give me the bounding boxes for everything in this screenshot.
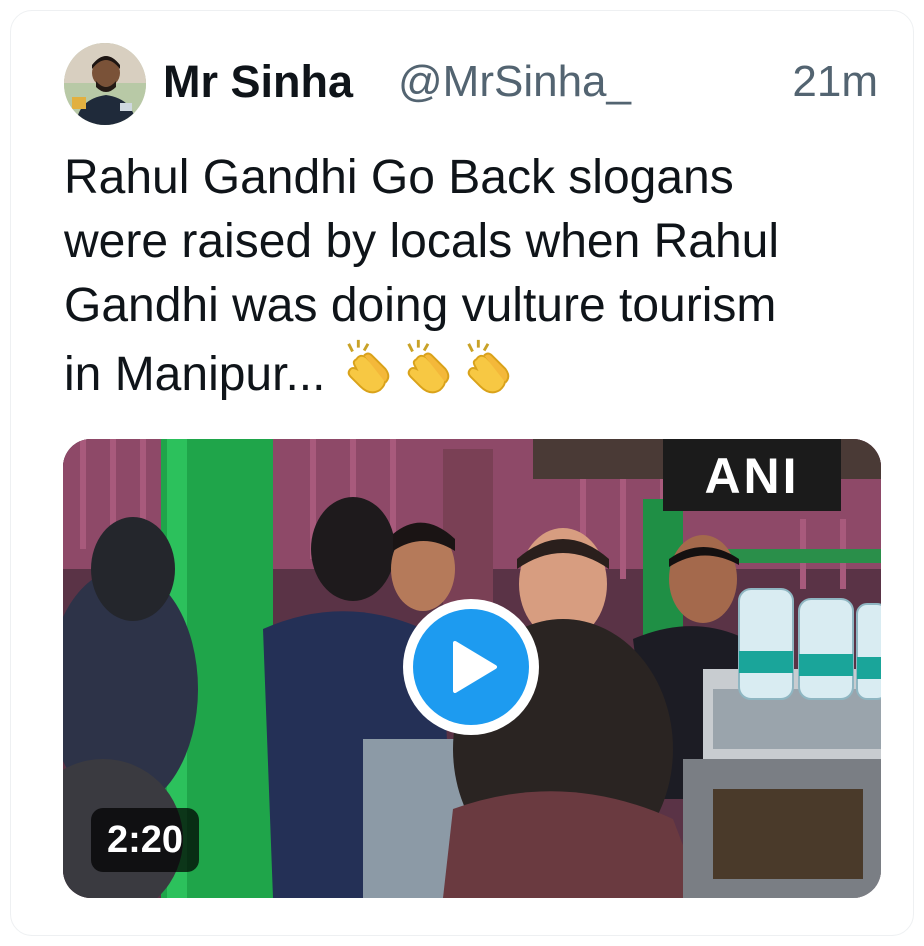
- avatar-image: [64, 43, 146, 125]
- emoji-group: [339, 338, 519, 413]
- tweet-text-line-last: in Manipur...: [64, 338, 884, 413]
- author-handle[interactable]: @MrSinha_: [398, 54, 631, 110]
- play-icon: [453, 641, 497, 693]
- tweet-text-line: Rahul Gandhi Go Back slogans: [64, 151, 734, 204]
- clapping-hands-icon: [467, 339, 510, 394]
- tweet-text-tail: in Manipur...: [64, 348, 326, 401]
- author-name[interactable]: Mr Sinha: [163, 54, 353, 110]
- clapping-hands-icon: [347, 339, 390, 394]
- video-player[interactable]: ANI 2:20: [63, 439, 881, 898]
- play-button[interactable]: [403, 599, 539, 735]
- timestamp[interactable]: 21m: [792, 54, 878, 110]
- tweet-text: Rahul Gandhi Go Back slogans were raised…: [64, 146, 884, 413]
- video-duration: 2:20: [91, 808, 200, 872]
- ani-watermark: ANI: [663, 439, 841, 511]
- clapping-hands-icon: [407, 339, 450, 394]
- tweet-text-line: Gandhi was doing vulture tourism: [64, 279, 777, 332]
- play-button-circle: [413, 609, 529, 725]
- avatar[interactable]: [64, 43, 146, 125]
- tweet-text-line: were raised by locals when Rahul: [64, 215, 780, 268]
